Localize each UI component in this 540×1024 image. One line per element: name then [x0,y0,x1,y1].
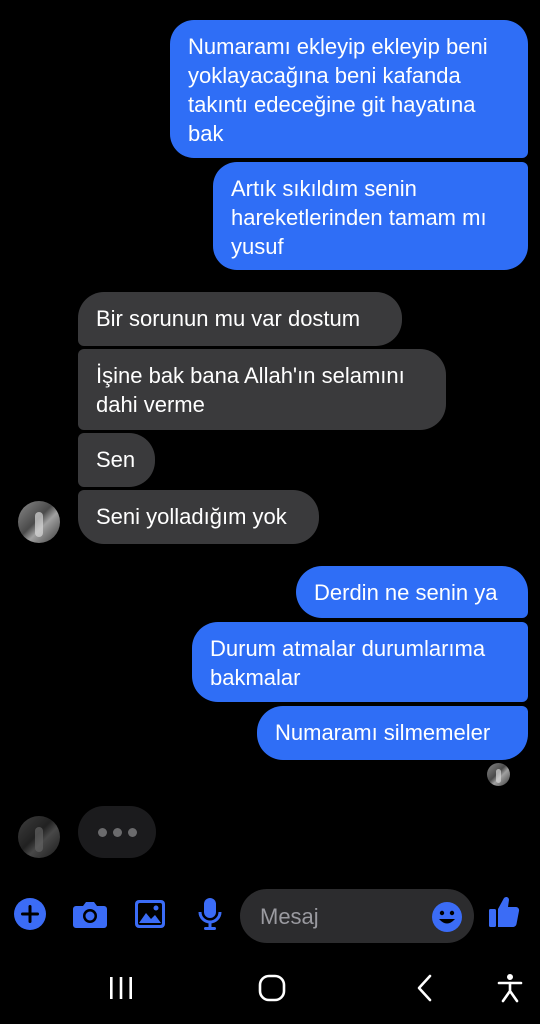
message-text: Bir sorunun mu var dostum [96,306,361,331]
message-text: İşine bak bana Allah'ın selamını dahi ve… [96,363,405,417]
typing-dot [112,827,122,837]
message-bubble-incoming[interactable]: Bir sorunun mu var dostum [78,292,402,346]
typing-indicator [78,806,156,858]
camera-icon[interactable] [70,896,110,932]
contact-avatar[interactable] [18,501,60,543]
emoji-icon[interactable] [430,900,464,934]
thumbs-up-icon[interactable] [486,892,522,932]
message-text: Seni yolladığım yok [96,504,287,529]
back-icon[interactable] [404,970,444,1006]
home-icon[interactable] [252,970,292,1006]
message-bubble-outgoing[interactable]: Artık sıkıldım senin hareketlerinden tam… [213,162,528,270]
message-text: Derdin ne senin ya [314,580,498,605]
message-text: Sen [96,447,136,472]
typing-dot [127,827,137,837]
plus-icon[interactable] [12,896,48,932]
message-input[interactable] [258,889,422,945]
message-text: Durum atmalar durumlarıma bakmalar [210,636,486,690]
message-text: Numaramı ekleyip ekleyip beni yoklayacağ… [188,34,488,146]
message-bubble-outgoing[interactable]: Derdin ne senin ya [296,566,528,618]
seen-receipt-avatar [487,763,510,786]
message-text: Artık sıkıldım senin hareketlerinden tam… [231,176,487,259]
message-bubble-incoming[interactable]: Sen [78,433,155,487]
system-navigation-bar [0,950,540,1024]
message-bubble-incoming[interactable]: İşine bak bana Allah'ın selamını dahi ve… [78,349,446,430]
message-bubble-incoming[interactable]: Seni yolladığım yok [78,490,319,544]
message-bubble-outgoing[interactable]: Numaramı ekleyip ekleyip beni yoklayacağ… [170,20,528,158]
message-bubble-outgoing[interactable]: Durum atmalar durumlarıma bakmalar [192,622,528,702]
accessibility-icon[interactable] [490,970,530,1006]
recent-apps-icon[interactable] [100,972,142,1004]
message-bubble-outgoing[interactable]: Numaramı silmemeler [257,706,528,760]
typing-dot [97,827,107,837]
message-input-container[interactable] [240,889,474,945]
typing-avatar[interactable] [18,816,60,858]
message-text: Numaramı silmemeler [275,720,491,745]
microphone-icon[interactable] [194,896,226,932]
image-icon[interactable] [132,896,168,932]
